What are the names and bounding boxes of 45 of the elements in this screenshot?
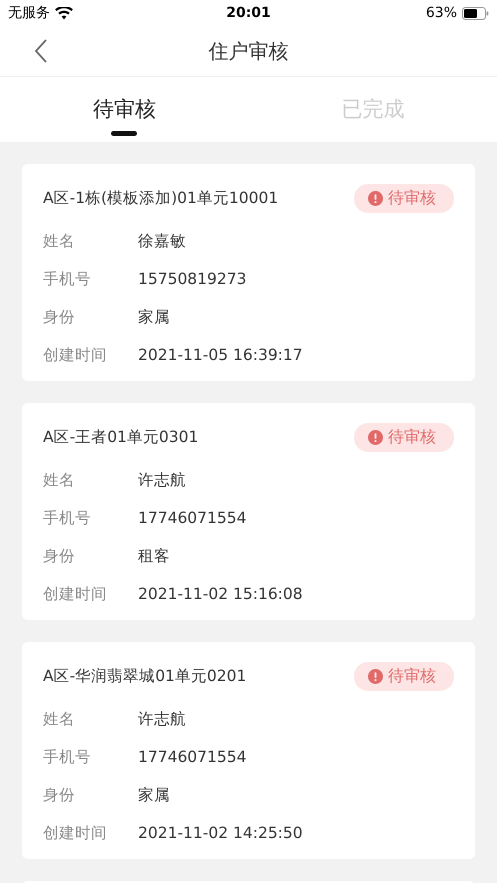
record-card[interactable]: A区-1栋(模板添加)01单元10001 待审核 姓名 徐嘉敏 手机号 15750819273 身份 家属 创建时间 2021-11-05 16:39:17 xyxy=(22,164,475,381)
field-value: 徐嘉敏 xyxy=(138,230,186,252)
battery-icon xyxy=(462,6,489,20)
alert-icon xyxy=(368,190,383,206)
field-value: 17746071554 xyxy=(138,748,246,766)
alert-icon xyxy=(368,668,383,684)
field-value: 许志航 xyxy=(138,470,186,490)
field-label: 身份 xyxy=(43,306,76,328)
field-label: 姓名 xyxy=(43,230,76,252)
alert-icon xyxy=(368,430,383,444)
tab[interactable]: 待审核 xyxy=(92,95,156,123)
status-text: 待审核 xyxy=(388,188,436,208)
field-label: 创建时间 xyxy=(43,822,108,844)
battery-percent: 63% xyxy=(426,5,457,21)
tab-indicator xyxy=(111,131,138,136)
field-value: 2021-11-02 14:25:50 xyxy=(138,824,303,842)
address-text: A区-1栋(模板添加)01单元10001 xyxy=(43,188,278,208)
clock: 20:01 xyxy=(226,5,271,21)
field-label: 手机号 xyxy=(43,508,92,528)
field-value: 17746071554 xyxy=(138,509,246,527)
field-label: 身份 xyxy=(43,546,76,566)
field-label: 身份 xyxy=(43,784,76,806)
page-title: 住户审核 xyxy=(208,38,288,64)
field-label: 姓名 xyxy=(43,708,76,730)
address-text: A区-华润翡翠城01单元0201 xyxy=(43,666,246,686)
carrier-label: 无服务 xyxy=(8,4,50,22)
wifi-icon xyxy=(55,6,73,20)
field-label: 创建时间 xyxy=(43,344,108,366)
field-value: 许志航 xyxy=(138,708,186,730)
field-value: 家属 xyxy=(138,784,170,806)
field-label: 手机号 xyxy=(43,746,92,768)
field-label: 姓名 xyxy=(43,470,76,490)
record-card[interactable]: A区-华润翡翠城01单元0201 待审核 姓名 许志航 手机号 17746071554 身份 家属 创建时间 2021-11-02 14:25:50 xyxy=(22,642,475,859)
status-text: 待审核 xyxy=(388,666,436,686)
field-value: 2021-11-02 15:16:08 xyxy=(138,585,303,603)
address-text: A区-王者01单元0301 xyxy=(43,426,198,448)
field-value: 租客 xyxy=(138,546,170,566)
record-card[interactable]: A区-王者01单元0301 待审核 姓名 许志航 手机号 17746071554 身份 租客 创建时间 2021-11-02 15:16:08 xyxy=(22,403,475,620)
field-value: 15750819273 xyxy=(138,270,246,288)
field-label: 创建时间 xyxy=(43,584,108,604)
field-label: 手机号 xyxy=(43,268,92,290)
field-value: 2021-11-05 16:39:17 xyxy=(138,346,303,364)
field-value: 家属 xyxy=(138,306,170,328)
status-text: 待审核 xyxy=(388,426,436,448)
back-icon[interactable] xyxy=(34,39,48,63)
